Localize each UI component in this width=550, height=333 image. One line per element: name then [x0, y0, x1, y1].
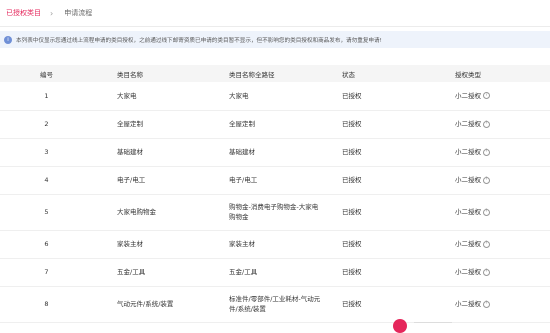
notice-banner: i 本列表中仅显示您通过线上流程申请的类目授权，之前通过线下邮寄资质已申请的类目…	[0, 31, 550, 48]
cell-number: 6	[44, 240, 49, 248]
table-row: 6 家装主材 家装主材 已授权 小二授权?	[0, 230, 550, 258]
category-table: 编号 类目名称 类目名称全路径 状态 授权类型 1 大家电 大家电 已授权 小二授权? 2…	[0, 65, 550, 323]
cell-category-name: 电子/电工	[117, 176, 146, 184]
cell-category-path: 购物金-消费电子购物金-大家电购物金	[229, 203, 319, 221]
cell-status: 已授权	[342, 148, 362, 156]
cell-status: 已授权	[342, 208, 362, 216]
authorization-type-label: 小二授权	[455, 240, 481, 248]
help-icon[interactable]: ?	[483, 92, 490, 100]
cell-authorization-type: 小二授权?	[455, 230, 550, 258]
cell-category-name: 五金/工具	[117, 268, 146, 276]
header-category-name: 类目名称	[117, 70, 143, 79]
authorization-type-label: 小二授权	[455, 148, 481, 156]
cell-authorization-type: 小二授权?	[455, 138, 550, 166]
notice-text: 本列表中仅显示您通过线上流程申请的类目授权，之前通过线下邮寄资质已申请的类目暂不…	[16, 37, 382, 44]
help-icon[interactable]: ?	[483, 120, 490, 128]
cell-authorization-type: 小二授权?	[455, 194, 550, 230]
authorization-type-label: 小二授权	[455, 176, 481, 184]
help-icon[interactable]: ?	[483, 268, 490, 276]
cell-category-name: 全屋定制	[117, 120, 143, 128]
authorization-type-label: 小二授权	[455, 300, 481, 308]
cell-authorization-type: 小二授权?	[455, 286, 550, 322]
cell-status: 已授权	[342, 176, 362, 184]
table-row: 4 电子/电工 电子/电工 已授权 小二授权?	[0, 166, 550, 194]
tab-authorized-categories[interactable]: 已授权类目	[6, 8, 41, 18]
header-status: 状态	[342, 70, 355, 79]
divider	[414, 322, 452, 323]
authorization-type-label: 小二授权	[455, 268, 481, 276]
authorization-type-label: 小二授权	[455, 91, 481, 100]
table-header-row: 编号 类目名称 类目名称全路径 状态 授权类型	[0, 65, 550, 82]
cell-category-name: 大家电	[117, 91, 137, 100]
table-row: 7 五金/工具 五金/工具 已授权 小二授权?	[0, 258, 550, 286]
cell-status: 已授权	[342, 300, 362, 308]
chevron-right-icon: ›	[50, 8, 54, 18]
cell-number: 1	[44, 91, 49, 100]
table-row: 3 基础建材 基础建材 已授权 小二授权?	[0, 138, 550, 166]
header-category-path: 类目名称全路径	[229, 70, 275, 79]
cell-category-path: 大家电	[229, 91, 249, 100]
tab-bar: 已授权类目 › 申请流程	[0, 0, 550, 27]
cell-number: 5	[44, 208, 49, 216]
cell-status: 已授权	[342, 91, 362, 100]
help-icon[interactable]: ?	[483, 208, 490, 216]
header-number: 编号	[40, 70, 53, 79]
help-icon[interactable]: ?	[483, 148, 490, 156]
cell-authorization-type: 小二授权?	[455, 110, 550, 138]
authorization-type-label: 小二授权	[455, 120, 481, 128]
cell-authorization-type: 小二授权?	[455, 166, 550, 194]
cell-number: 8	[44, 300, 49, 308]
cell-category-name: 基础建材	[117, 148, 143, 156]
cell-category-path: 标准件/零部件/工业耗材-气动元件/系统/装置	[229, 295, 321, 313]
help-icon[interactable]: ?	[483, 240, 490, 248]
cell-category-path: 五金/工具	[229, 268, 258, 276]
cell-number: 4	[44, 176, 49, 184]
cell-category-path: 电子/电工	[229, 176, 258, 184]
help-icon[interactable]: ?	[483, 176, 490, 184]
authorization-type-label: 小二授权	[455, 208, 481, 216]
cell-category-name: 气动元件/系统/装置	[117, 300, 174, 308]
table-row: 2 全屋定制 全屋定制 已授权 小二授权?	[0, 110, 550, 138]
cell-status: 已授权	[342, 268, 362, 276]
cell-status: 已授权	[342, 120, 362, 128]
floating-button[interactable]	[393, 319, 407, 333]
cell-category-name: 大家电购物金	[117, 208, 156, 216]
cell-category-path: 家装主材	[229, 240, 255, 248]
cell-authorization-type: 小二授权?	[455, 258, 550, 286]
cell-number: 7	[44, 268, 49, 276]
info-icon: i	[4, 35, 12, 44]
table-row: 8 气动元件/系统/装置 标准件/零部件/工业耗材-气动元件/系统/装置 已授权 小二授…	[0, 286, 550, 322]
tab-application-process[interactable]: 申请流程	[64, 8, 92, 18]
cell-status: 已授权	[342, 240, 362, 248]
cell-category-path: 基础建材	[229, 148, 255, 156]
cell-category-path: 全屋定制	[229, 120, 255, 128]
cell-category-name: 家装主材	[117, 240, 143, 248]
help-icon[interactable]: ?	[483, 300, 490, 308]
header-authorization-type: 授权类型	[455, 70, 481, 79]
table-row: 1 大家电 大家电 已授权 小二授权?	[0, 82, 550, 110]
cell-number: 3	[44, 148, 49, 156]
cell-authorization-type: 小二授权?	[455, 82, 550, 110]
cell-number: 2	[44, 120, 49, 128]
table-row: 5 大家电购物金 购物金-消费电子购物金-大家电购物金 已授权 小二授权?	[0, 194, 550, 230]
